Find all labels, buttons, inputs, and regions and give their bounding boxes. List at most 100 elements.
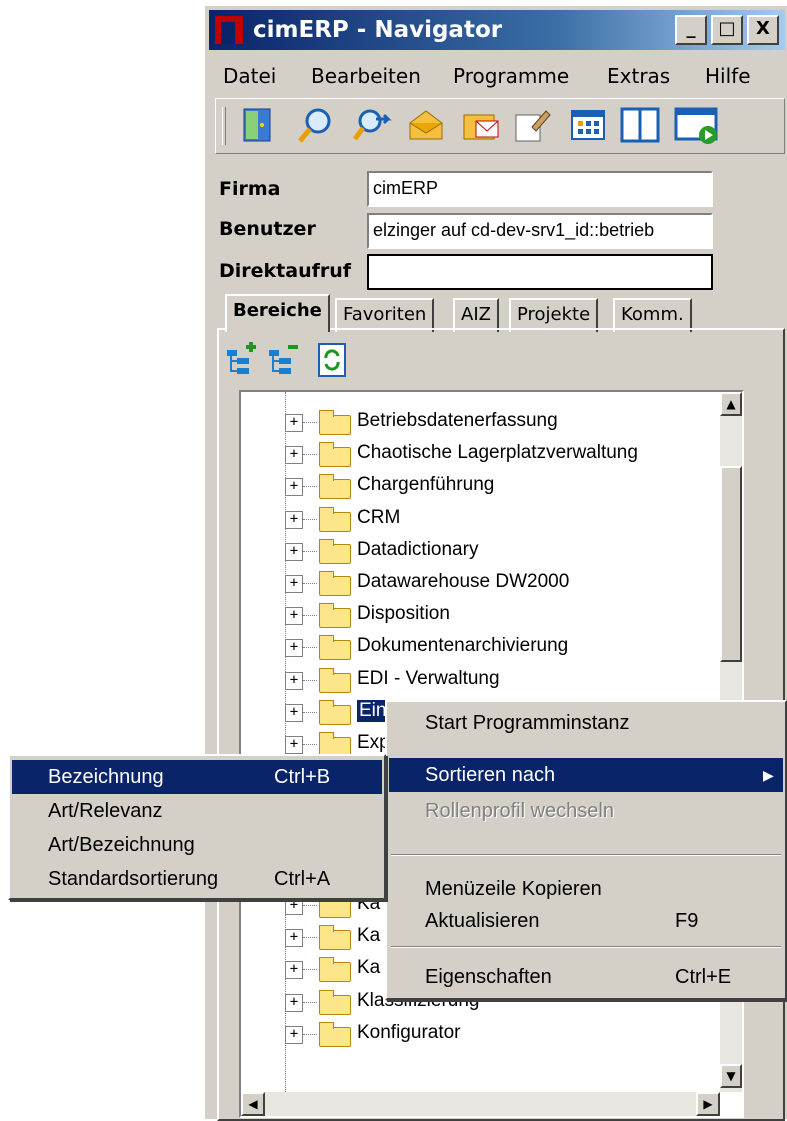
close-button[interactable]: X bbox=[747, 15, 779, 45]
menu-bearbeiten[interactable]: Bearbeiten bbox=[311, 64, 421, 88]
horizontal-scrollbar[interactable]: ◀ ▶ bbox=[241, 1092, 720, 1116]
expand-plus-icon[interactable]: + bbox=[285, 961, 303, 980]
menu-extras[interactable]: Extras bbox=[607, 64, 670, 88]
tree-node[interactable]: + Dokumentenarchivierung bbox=[241, 631, 731, 663]
tab-projekte[interactable]: Projekte bbox=[509, 298, 599, 332]
scroll-thumb[interactable] bbox=[720, 466, 742, 662]
tree-node-label: Dokumentenarchivierung bbox=[357, 635, 569, 657]
tree-node[interactable]: + CRM bbox=[241, 503, 731, 535]
menu-start-programminstanz[interactable]: Start Programminstanz bbox=[389, 706, 783, 740]
expand-plus-icon[interactable]: + bbox=[285, 414, 303, 432]
menu-item-label: Rollenprofil wechseln bbox=[425, 800, 614, 822]
tree-node[interactable]: + Chaotische Lagerplatzverwaltung bbox=[241, 438, 731, 470]
shortcut-label: Ctrl+A bbox=[274, 868, 331, 890]
folder-icon bbox=[319, 925, 351, 951]
tree-node-label: Chargenführung bbox=[357, 474, 495, 496]
firma-field[interactable]: cimERP bbox=[367, 171, 713, 207]
menu-item-label: Art/Bezeichnung bbox=[48, 834, 195, 856]
tree-node[interactable]: + Datawarehouse DW2000 bbox=[241, 567, 731, 599]
tree-node[interactable]: + Konfigurator bbox=[241, 1018, 731, 1050]
find-next-icon[interactable] bbox=[352, 105, 392, 145]
tree-connector bbox=[303, 647, 317, 649]
expand-plus-icon[interactable]: + bbox=[285, 542, 303, 561]
tab-komm[interactable]: Komm. bbox=[613, 298, 692, 332]
menu-eigenschaften[interactable]: Eigenschaften Ctrl+E bbox=[389, 960, 783, 994]
expand-plus-icon[interactable]: + bbox=[285, 736, 303, 754]
menu-sortieren-nach[interactable]: Sortieren nach ▶ bbox=[389, 758, 783, 792]
tab-bereiche[interactable]: Bereiche bbox=[225, 294, 330, 332]
submenu-bezeichnung[interactable]: Bezeichnung Ctrl+B bbox=[12, 760, 382, 794]
context-menu: Start Programminstanz Sortieren nach ▶ R… bbox=[385, 700, 787, 1000]
tree-node[interactable]: + Betriebsdatenerfassung bbox=[241, 406, 731, 438]
tree-node-label: Datawarehouse DW2000 bbox=[357, 571, 570, 592]
folder-icon bbox=[319, 667, 351, 693]
direktaufruf-label: Direktaufruf bbox=[219, 260, 352, 282]
grid-table-icon[interactable] bbox=[568, 105, 608, 145]
tree-node-label: Betriebsdatenerfassung bbox=[357, 410, 558, 431]
exit-door-icon[interactable] bbox=[238, 105, 278, 145]
menu-rollenprofil-wechseln[interactable]: Rollenprofil wechseln bbox=[389, 794, 783, 828]
tree-node[interactable]: + Chargenführung bbox=[241, 470, 731, 502]
envelope-open-icon[interactable] bbox=[406, 105, 446, 145]
folder-mail-icon[interactable] bbox=[462, 105, 502, 145]
scroll-left-button[interactable]: ◀ bbox=[241, 1092, 265, 1116]
submenu-art-bezeichnung[interactable]: Art/Bezeichnung bbox=[12, 828, 382, 862]
folder-icon bbox=[319, 603, 351, 629]
folder-icon bbox=[319, 474, 351, 500]
expand-plus-icon[interactable]: + bbox=[285, 929, 303, 948]
menu-item-label: Art/Relevanz bbox=[48, 800, 163, 822]
tree-collapse-icon[interactable] bbox=[267, 340, 301, 380]
window-run-icon[interactable] bbox=[674, 105, 720, 145]
scroll-up-button[interactable]: ▲ bbox=[720, 392, 742, 416]
menu-item-label: Eigenschaften bbox=[425, 966, 552, 988]
refresh-icon[interactable] bbox=[315, 340, 349, 380]
scroll-right-button[interactable]: ▶ bbox=[696, 1092, 720, 1116]
tree-connector bbox=[303, 744, 317, 745]
tree-connector bbox=[303, 905, 317, 906]
folder-icon bbox=[319, 538, 351, 564]
expand-plus-icon[interactable]: + bbox=[285, 478, 303, 497]
tab-aiz[interactable]: AIZ bbox=[453, 298, 499, 332]
expand-plus-icon[interactable]: + bbox=[285, 510, 303, 529]
tree-connector bbox=[303, 422, 317, 423]
menu-datei[interactable]: Datei bbox=[223, 64, 276, 88]
expand-plus-icon[interactable]: + bbox=[285, 671, 303, 690]
menu-separator bbox=[391, 854, 781, 856]
menu-programme[interactable]: Programme bbox=[453, 64, 569, 88]
folder-icon bbox=[319, 635, 351, 661]
submenu-standardsortierung[interactable]: Standardsortierung Ctrl+A bbox=[12, 862, 382, 896]
benutzer-field[interactable]: elzinger auf cd-dev-srv1_id::betrieb bbox=[367, 213, 713, 249]
minimize-button[interactable]: _ bbox=[675, 15, 707, 45]
tree-node[interactable]: + EDI - Verwaltung bbox=[241, 664, 731, 696]
expand-plus-icon[interactable]: + bbox=[285, 575, 303, 593]
expand-plus-icon[interactable]: + bbox=[285, 1025, 303, 1044]
menu-item-label: Start Programminstanz bbox=[425, 712, 630, 734]
maximize-button[interactable]: □ bbox=[711, 15, 743, 45]
expand-plus-icon[interactable]: + bbox=[285, 639, 303, 658]
scroll-down-button[interactable]: ▼ bbox=[720, 1064, 742, 1088]
search-icon[interactable] bbox=[296, 105, 336, 145]
direktaufruf-input[interactable] bbox=[367, 254, 713, 290]
tree-connector bbox=[303, 711, 317, 713]
tab-favoriten[interactable]: Favoriten bbox=[335, 298, 435, 332]
folder-icon bbox=[319, 957, 351, 983]
tree-node[interactable]: + Disposition bbox=[241, 599, 731, 631]
submenu-art-relevanz[interactable]: Art/Relevanz bbox=[12, 794, 382, 828]
menu-hilfe[interactable]: Hilfe bbox=[705, 64, 751, 88]
shortcut-label: Ctrl+E bbox=[675, 966, 732, 988]
menu-menuezeile-kopieren[interactable]: Menüzeile Kopieren bbox=[389, 872, 783, 906]
edit-document-icon[interactable] bbox=[512, 105, 552, 145]
expand-plus-icon[interactable]: + bbox=[285, 607, 303, 626]
toolbar-grip[interactable] bbox=[222, 107, 226, 145]
tree-connector bbox=[303, 1033, 317, 1035]
tree-expand-icon[interactable] bbox=[225, 340, 259, 380]
folder-icon bbox=[319, 506, 351, 532]
dual-panel-icon[interactable] bbox=[620, 105, 660, 145]
expand-plus-icon[interactable]: + bbox=[285, 446, 303, 465]
title-bar[interactable]: cimERP - Navigator _ □ X bbox=[209, 10, 785, 50]
menu-aktualisieren[interactable]: Aktualisieren F9 bbox=[389, 904, 783, 938]
tree-node[interactable]: + Datadictionary bbox=[241, 535, 731, 567]
expand-plus-icon[interactable]: + bbox=[285, 703, 303, 722]
expand-plus-icon[interactable]: + bbox=[285, 993, 303, 1012]
shortcut-label: Ctrl+B bbox=[274, 766, 331, 788]
